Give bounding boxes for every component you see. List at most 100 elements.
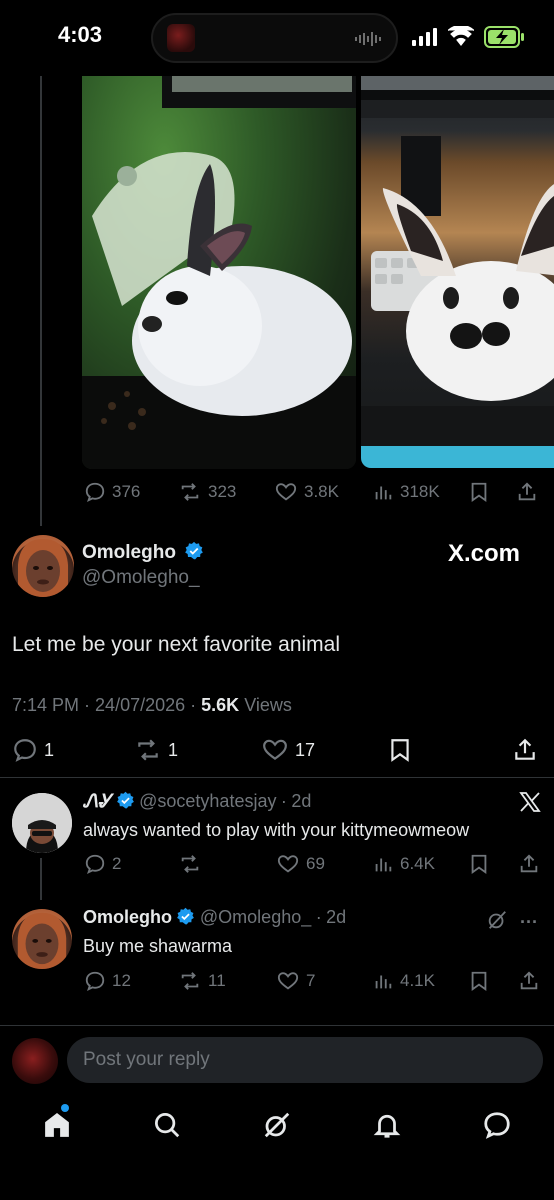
share-icon[interactable]	[518, 852, 540, 876]
reply-2-reply-count: 12	[112, 971, 131, 990]
reply-icon	[14, 739, 36, 762]
reply-1-reply-count: 2	[112, 854, 122, 873]
reply-2-name[interactable]: Omolegho	[83, 907, 172, 927]
heart-icon	[263, 739, 287, 760]
reply-2-views-count: 4.1K	[400, 971, 435, 990]
author-name[interactable]: Omolegho	[82, 541, 204, 564]
bookmark-icon[interactable]	[468, 853, 490, 875]
reply-icon	[85, 854, 105, 875]
views-count: 318K	[400, 482, 440, 501]
share-icon	[515, 738, 535, 760]
x-watermark: X.com	[448, 540, 521, 567]
thread-connector	[40, 858, 42, 900]
divider	[0, 777, 554, 778]
rabbit-photo-1[interactable]	[82, 76, 356, 469]
main-reply-button[interactable]: 1	[12, 737, 54, 763]
reply-2-age: 2d	[326, 907, 347, 927]
tweet-meta: 7:14 PM · 24/07/2026 · 5.6K Views	[12, 695, 292, 715]
reply-1-text: always wanted to play with your kittymeo…	[83, 820, 470, 840]
repost-icon	[181, 972, 199, 990]
verified-badge-icon	[116, 791, 134, 809]
rabbit-photo-2[interactable]	[361, 76, 554, 468]
views-number: 5.6K	[201, 695, 240, 715]
reply-2-header: Omolegho @Omolegho_ · 2d	[83, 907, 347, 927]
reply-2-repost-count: 11	[208, 971, 226, 990]
reply-2-views-stat[interactable]: 4.1K	[372, 970, 435, 992]
views-icon	[375, 858, 392, 872]
thread-connector	[40, 76, 42, 526]
reply-1-views-count: 6.4K	[400, 854, 435, 873]
reply-1-handle[interactable]: @socetyhatesjay	[139, 791, 276, 811]
share-icon[interactable]	[516, 480, 538, 504]
bookmark-icon	[391, 739, 409, 762]
reply-icon	[85, 482, 105, 503]
reply-1-name[interactable]: ᏁᎽ	[83, 791, 111, 811]
home-icon	[45, 1112, 69, 1137]
message-icon	[484, 1112, 510, 1139]
avatar-omolegho[interactable]	[12, 909, 72, 969]
reply-1-reply-stat[interactable]: 2	[84, 853, 121, 875]
reply-2-like-count: 7	[306, 971, 316, 990]
reply-2-text: Buy me shawarma	[83, 936, 233, 956]
cellular-signal-icon	[412, 28, 438, 46]
reply-2-handle[interactable]: @Omolegho_	[200, 907, 311, 927]
battery-charging-icon	[484, 26, 526, 48]
main-repost-count: 1	[168, 739, 179, 760]
grok-icon	[264, 1112, 290, 1138]
avatar-omolegho[interactable]	[12, 535, 74, 597]
reply-1-views-stat[interactable]: 6.4K	[372, 853, 435, 875]
main-repost-button[interactable]: 1	[134, 737, 178, 763]
main-share-button[interactable]	[512, 736, 538, 764]
reply-input[interactable]: Post your reply	[67, 1037, 543, 1083]
more-options-icon[interactable]: ···	[520, 912, 538, 933]
repost-stat[interactable]: 323	[178, 481, 236, 503]
nav-home[interactable]	[42, 1110, 72, 1140]
reply-2-reply-stat[interactable]: 12	[84, 970, 131, 992]
reply-stat[interactable]: 376	[84, 481, 140, 503]
reply-icon	[85, 971, 105, 992]
nav-grok[interactable]	[262, 1110, 292, 1140]
verified-badge-icon	[177, 907, 195, 925]
reply-placeholder: Post your reply	[83, 1049, 210, 1070]
tweet-date: 24/07/2026	[95, 695, 186, 715]
repost-icon	[181, 483, 199, 501]
now-playing-thumbnail	[167, 24, 195, 52]
main-reply-count: 1	[44, 739, 55, 760]
my-avatar[interactable]	[12, 1038, 58, 1084]
like-count: 3.8K	[304, 482, 339, 501]
nav-notifications[interactable]	[372, 1110, 402, 1140]
nav-search[interactable]	[152, 1110, 182, 1140]
verified-badge-icon	[185, 541, 204, 560]
bookmark-icon[interactable]	[468, 481, 490, 503]
reply-2-like-stat[interactable]: 7	[276, 970, 315, 992]
main-like-button[interactable]: 17	[261, 737, 315, 763]
avatar-socetyhatesjay[interactable]	[12, 793, 72, 853]
main-like-count: 17	[295, 739, 316, 760]
like-stat[interactable]: 3.8K	[274, 481, 339, 503]
bell-icon	[373, 1114, 401, 1138]
tweet-text: Let me be your next favorite animal	[12, 633, 341, 656]
author-handle[interactable]: @Omolegho_	[82, 567, 200, 589]
notification-dot	[61, 1104, 69, 1112]
nav-messages[interactable]	[482, 1110, 512, 1140]
reply-1-header: ᏁᎽ @socetyhatesjay · 2d	[83, 791, 312, 811]
heart-icon	[277, 855, 299, 873]
x-logo-icon	[518, 790, 542, 814]
search-icon	[155, 1113, 180, 1138]
repost-icon	[138, 739, 158, 761]
main-bookmark-button[interactable]	[387, 737, 413, 763]
reply-1-repost-stat[interactable]	[178, 853, 208, 875]
tweet-time: 7:14 PM	[12, 695, 80, 715]
views-label: Views	[244, 695, 292, 715]
reply-count: 376	[112, 482, 141, 501]
share-icon[interactable]	[518, 969, 540, 993]
bookmark-icon[interactable]	[468, 970, 490, 992]
audio-wave-icon	[355, 31, 385, 47]
reply-1-like-count: 69	[306, 854, 325, 873]
reply-2-repost-stat[interactable]: 11	[178, 970, 226, 992]
grok-icon[interactable]	[486, 909, 508, 931]
reply-1-like-stat[interactable]: 69	[276, 853, 325, 875]
reply-1-age: 2d	[291, 791, 312, 811]
views-stat[interactable]: 318K	[372, 481, 440, 503]
dynamic-island	[151, 13, 398, 63]
